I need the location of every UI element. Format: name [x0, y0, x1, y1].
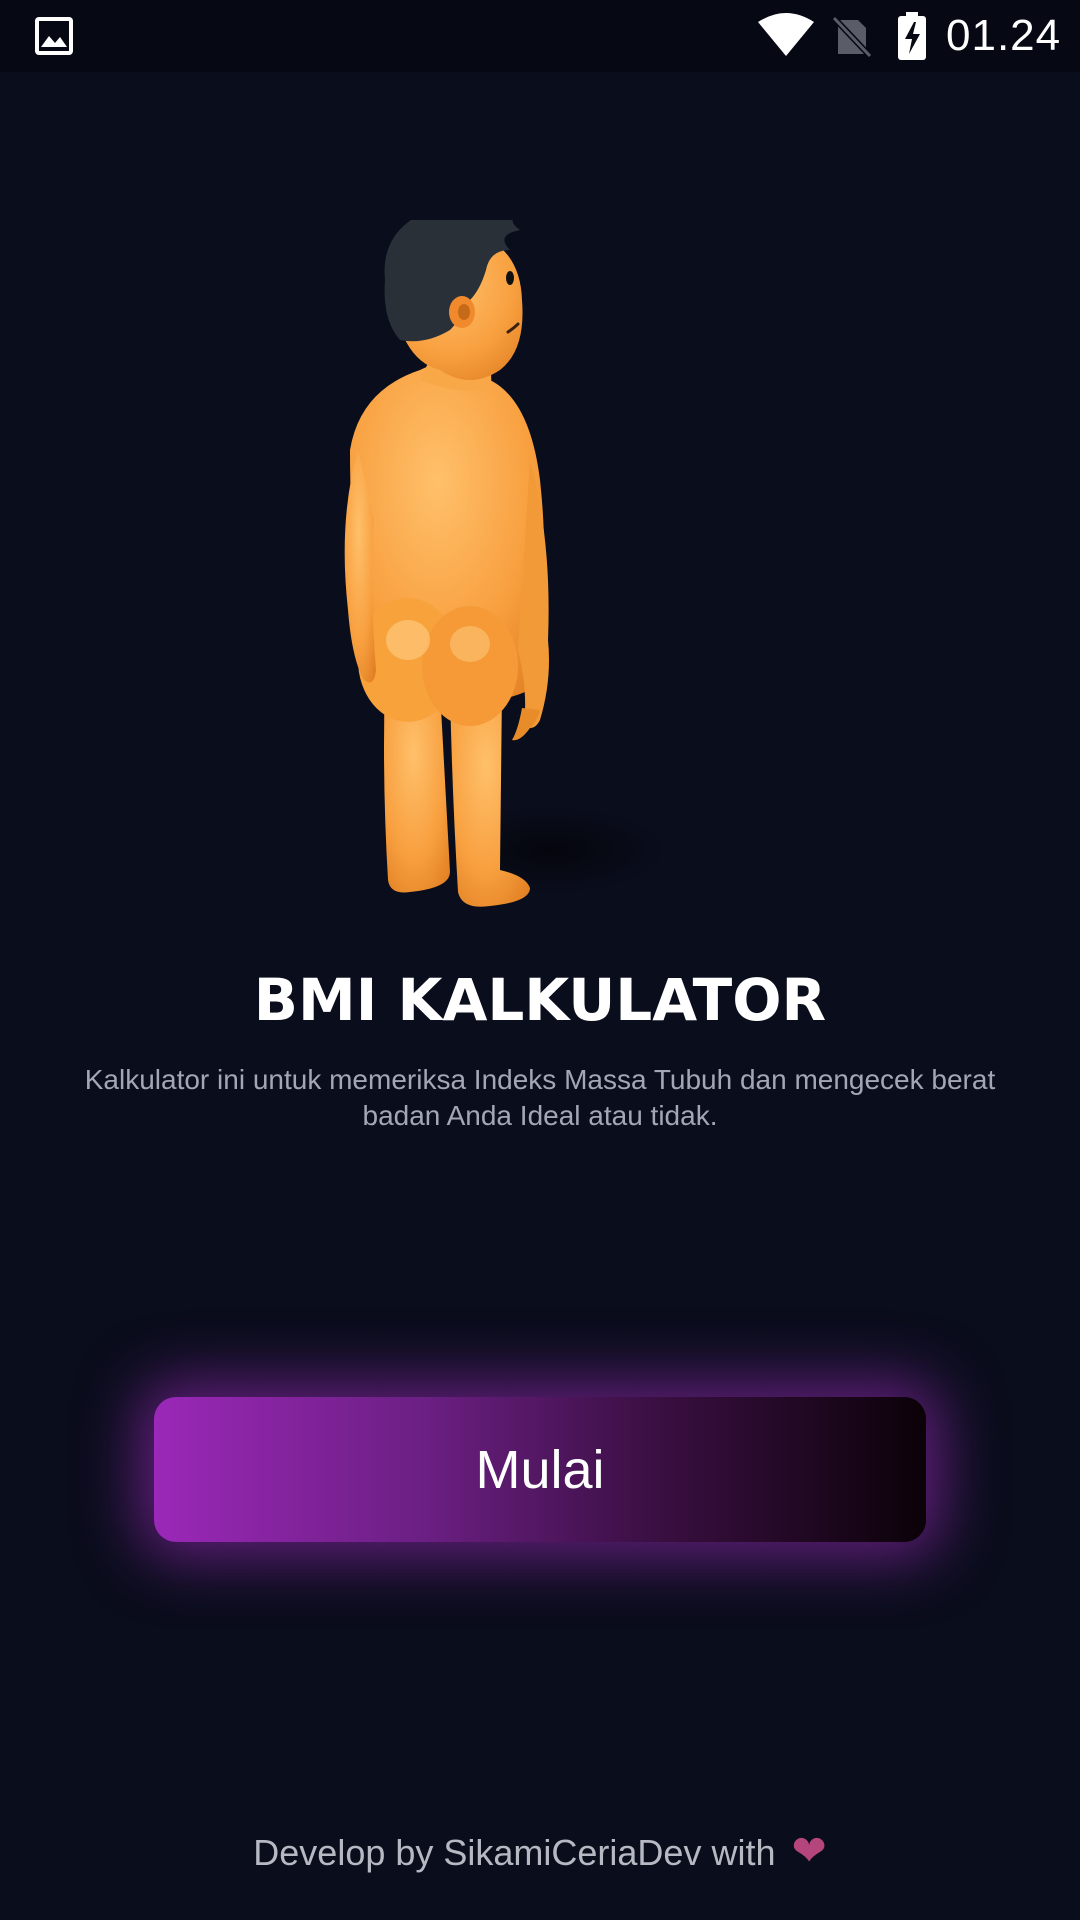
- battery-charging-icon: [898, 12, 926, 60]
- person-standing-illustration: [344, 220, 670, 907]
- footer-credit: Develop by SikamiCeriaDev with ❤: [0, 1826, 1080, 1878]
- status-bar: 01.24: [0, 0, 1080, 72]
- splash-screen: 01.24 BMI KALKULATOR Kalkulator ini untu…: [0, 0, 1080, 1920]
- wifi-icon: [758, 13, 814, 56]
- app-title: BMI KALKULATOR: [253, 966, 827, 1034]
- footer-text: Develop by SikamiCeriaDev with: [253, 1832, 776, 1873]
- status-time: 01.24: [946, 11, 1062, 60]
- heart-icon: ❤: [791, 1827, 827, 1874]
- no-sim-icon: [832, 15, 872, 58]
- start-button[interactable]: Mulai: [154, 1397, 926, 1542]
- app-description: Kalkulator ini untuk memeriksa Indeks Ma…: [84, 1064, 996, 1131]
- gallery-icon: [35, 17, 73, 55]
